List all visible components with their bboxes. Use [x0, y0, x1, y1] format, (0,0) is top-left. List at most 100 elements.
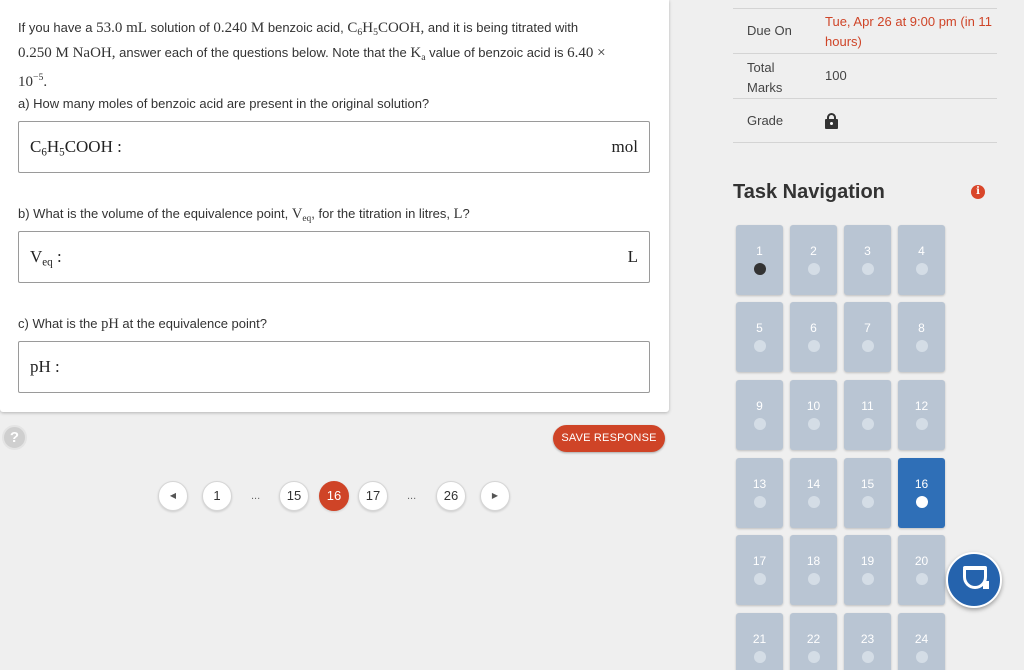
task-tile-12[interactable]: 12 [898, 380, 945, 450]
task-status-dot [808, 418, 820, 430]
info-icon[interactable]: i [971, 185, 985, 199]
task-tile-14[interactable]: 14 [790, 458, 837, 528]
task-tile-17[interactable]: 17 [736, 535, 783, 605]
task-tile-11[interactable]: 11 [844, 380, 891, 450]
task-status-dot [808, 496, 820, 508]
task-status-dot [808, 573, 820, 585]
task-tile-13[interactable]: 13 [736, 458, 783, 528]
part-a-label: a) How many moles of benzoic acid are pr… [18, 96, 430, 111]
grade-row: Grade [733, 98, 997, 143]
task-tile-number: 10 [806, 399, 821, 413]
task-tile-number: 20 [914, 554, 929, 568]
task-status-dot [862, 573, 874, 585]
task-status-dot [862, 496, 874, 508]
question-card: If you have a 53.0 mL solution of 0.240 … [0, 0, 669, 412]
due-row: Due On Tue, Apr 26 at 9:00 pm (in 11 hou… [733, 8, 997, 53]
prev-page-button[interactable]: ◀ [158, 481, 188, 511]
page-17-button[interactable]: 17 [358, 481, 388, 511]
task-tile-21[interactable]: 21 [736, 613, 783, 670]
task-status-dot [808, 651, 820, 663]
task-tile-1[interactable]: 1 [736, 225, 783, 295]
task-tile-8[interactable]: 8 [898, 302, 945, 372]
task-status-dot [754, 418, 766, 430]
task-tile-7[interactable]: 7 [844, 302, 891, 372]
task-status-dot [862, 263, 874, 275]
task-status-dot [916, 496, 928, 508]
task-tile-9[interactable]: 9 [736, 380, 783, 450]
pagination-ellipsis: ... [407, 490, 417, 502]
task-tile-20[interactable]: 20 [898, 535, 945, 605]
page-15-button[interactable]: 15 [279, 481, 309, 511]
task-tile-number: 1 [756, 244, 763, 258]
part-a-answer-box[interactable]: C6H5COOH : mol [18, 121, 650, 173]
task-status-dot [916, 263, 928, 275]
task-status-dot [754, 573, 766, 585]
task-tile-2[interactable]: 2 [790, 225, 837, 295]
task-tile-number: 11 [861, 399, 874, 413]
task-tile-24[interactable]: 24 [898, 613, 945, 670]
task-tile-number: 7 [864, 321, 871, 335]
task-status-dot [916, 418, 928, 430]
task-status-dot [862, 340, 874, 352]
part-b-input[interactable] [89, 242, 589, 272]
task-status-dot [862, 651, 874, 663]
task-tile-23[interactable]: 23 [844, 613, 891, 670]
page-16-button[interactable]: 16 [319, 481, 349, 511]
task-tile-number: 18 [806, 554, 821, 568]
task-status-dot [808, 263, 820, 275]
task-status-dot [862, 418, 874, 430]
task-status-dot [916, 651, 928, 663]
next-page-button[interactable]: ▶ [480, 481, 510, 511]
part-b-answer-box[interactable]: Veq : L [18, 231, 650, 283]
part-c-input[interactable] [89, 352, 637, 382]
marks-row: Total Marks 100 [733, 53, 997, 98]
lock-icon [825, 113, 838, 132]
marks-value: 100 [825, 68, 847, 83]
save-response-button[interactable]: SAVE RESPONSE [553, 425, 665, 452]
task-tile-number: 19 [860, 554, 875, 568]
task-tile-16[interactable]: 16 [898, 458, 945, 528]
task-tile-22[interactable]: 22 [790, 613, 837, 670]
task-status-dot [916, 340, 928, 352]
task-tile-number: 12 [914, 399, 929, 413]
task-tile-number: 24 [914, 632, 929, 646]
task-tile-number: 14 [806, 477, 821, 491]
task-tile-5[interactable]: 5 [736, 302, 783, 372]
task-status-dot [916, 573, 928, 585]
task-tile-3[interactable]: 3 [844, 225, 891, 295]
task-tile-6[interactable]: 6 [790, 302, 837, 372]
question-intro: If you have a 53.0 mL solution of 0.240 … [18, 20, 606, 90]
task-tile-number: 2 [810, 244, 817, 258]
task-tile-number: 16 [914, 477, 929, 491]
task-tile-19[interactable]: 19 [844, 535, 891, 605]
chat-icon[interactable] [946, 552, 1002, 608]
task-tile-15[interactable]: 15 [844, 458, 891, 528]
task-tile-number: 4 [918, 244, 925, 258]
task-tile-18[interactable]: 18 [790, 535, 837, 605]
task-tile-number: 23 [860, 632, 875, 646]
task-tile-number: 5 [756, 321, 763, 335]
pagination-ellipsis: ... [251, 490, 261, 502]
task-tile-number: 13 [752, 477, 767, 491]
task-status-dot [754, 651, 766, 663]
task-tile-number: 21 [752, 632, 767, 646]
page-1-button[interactable]: 1 [202, 481, 232, 511]
part-b-label: b) What is the volume of the equivalence… [18, 206, 470, 224]
page-26-button[interactable]: 26 [436, 481, 466, 511]
part-a-field-label: C6H5COOH : [30, 137, 122, 159]
marks-label: Total Marks [747, 60, 783, 95]
task-status-dot [808, 340, 820, 352]
part-a-input[interactable] [149, 132, 589, 162]
task-navigation-title: Task Navigation [733, 181, 885, 203]
task-tile-10[interactable]: 10 [790, 380, 837, 450]
task-tile-number: 15 [860, 477, 875, 491]
task-status-dot [754, 340, 766, 352]
task-tile-number: 17 [752, 554, 767, 568]
task-status-dot [754, 263, 766, 275]
help-button[interactable]: ? [2, 425, 27, 450]
task-tile-number: 3 [864, 244, 871, 258]
task-status-dot [754, 496, 766, 508]
task-tile-number: 6 [810, 321, 817, 335]
task-tile-4[interactable]: 4 [898, 225, 945, 295]
part-c-answer-box[interactable]: pH : [18, 341, 650, 393]
